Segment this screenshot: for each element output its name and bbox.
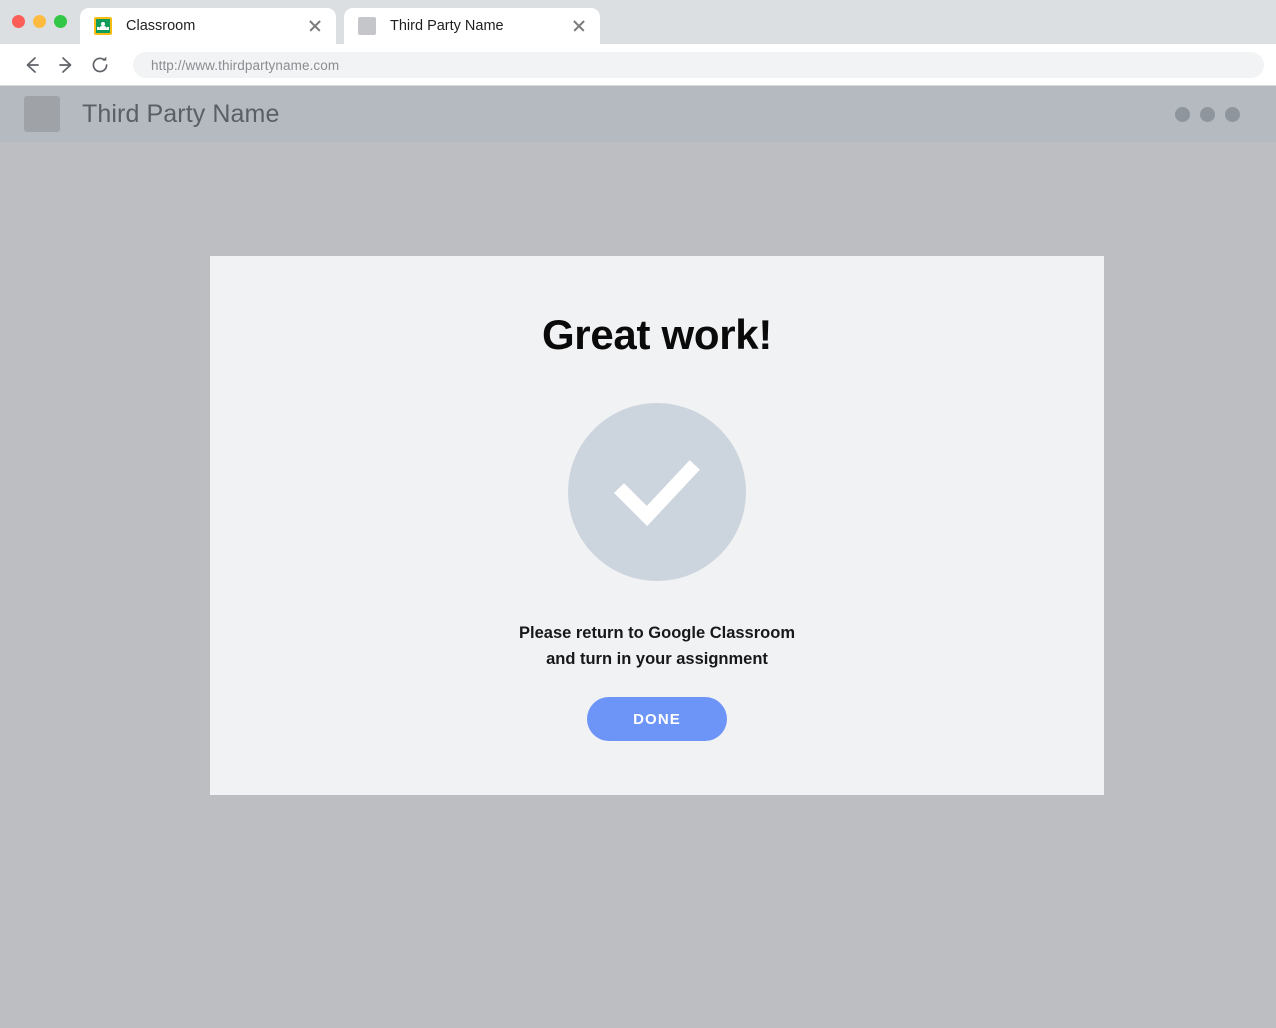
tab-third-party-name[interactable]: Third Party Name	[344, 8, 600, 44]
reload-icon[interactable]	[87, 52, 113, 78]
completion-card: Great work! Please return to Google Clas…	[210, 256, 1104, 795]
site-header: Third Party Name	[0, 86, 1276, 142]
menu-dot-icon	[1225, 106, 1240, 122]
instruction-message-line-2: and turn in your assignment	[546, 650, 768, 668]
site-title: Third Party Name	[82, 99, 280, 128]
checkmark-icon	[568, 403, 746, 581]
generic-page-icon	[358, 17, 376, 35]
browser-chrome: Classroom Third Party Name http://www.th…	[0, 0, 1276, 86]
tab-title: Third Party Name	[390, 18, 504, 34]
site-logo-placeholder-icon	[24, 96, 60, 132]
window-minimize-button[interactable]	[33, 15, 46, 28]
instruction-message: Please return to Google Classroom and tu…	[519, 620, 795, 672]
url-input[interactable]: http://www.thirdpartyname.com	[133, 52, 1264, 78]
page-title: Great work!	[541, 311, 773, 358]
browser-window: Classroom Third Party Name http://www.th…	[0, 0, 1276, 1028]
tab-list: Classroom Third Party Name	[80, 8, 600, 44]
instruction-message-line-1: Please return to Google Classroom	[519, 624, 795, 642]
close-icon[interactable]	[306, 17, 324, 35]
classroom-icon	[94, 17, 112, 35]
tab-title: Classroom	[126, 18, 196, 34]
done-button[interactable]: DONE	[587, 697, 727, 741]
url-text: http://www.thirdpartyname.com	[151, 57, 340, 73]
site-header-menu[interactable]	[1175, 106, 1240, 122]
menu-dot-icon	[1200, 106, 1215, 122]
menu-dot-icon	[1175, 106, 1190, 122]
browser-toolbar: http://www.thirdpartyname.com	[0, 44, 1276, 86]
window-maximize-button[interactable]	[54, 15, 67, 28]
tab-classroom[interactable]: Classroom	[80, 8, 336, 44]
page-body: Great work! Please return to Google Clas…	[0, 142, 1276, 1028]
arrow-right-icon[interactable]	[53, 52, 79, 78]
tab-strip: Classroom Third Party Name	[0, 0, 1276, 44]
arrow-left-icon[interactable]	[19, 52, 45, 78]
window-traffic-lights	[12, 15, 67, 28]
window-close-button[interactable]	[12, 15, 25, 28]
close-icon[interactable]	[570, 17, 588, 35]
